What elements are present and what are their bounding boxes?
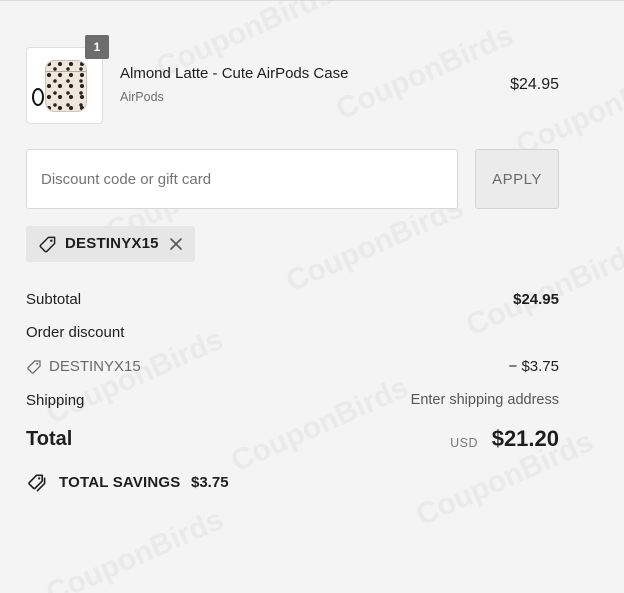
tags-icon (28, 474, 46, 492)
product-variant: AirPods (120, 90, 164, 104)
product-name: Almond Latte - Cute AirPods Case (120, 65, 349, 82)
close-icon[interactable] (168, 236, 184, 252)
case-lid-line (46, 71, 86, 72)
order-discount-label: Order discount (26, 324, 125, 341)
shipping-value: Enter shipping address (410, 392, 559, 408)
total-value: $21.20 (491, 426, 559, 451)
applied-discount-tag: DESTINYX15 (26, 226, 195, 262)
shipping-label: Shipping (26, 392, 85, 409)
top-divider (0, 0, 624, 1)
discount-code-name: DESTINYX15 (49, 358, 141, 375)
discount-code-input[interactable] (26, 149, 458, 209)
watermark: CouponBirds (331, 18, 519, 127)
discount-amount: − $3.75 (508, 358, 559, 375)
total-currency: USD (450, 436, 478, 450)
watermark: CouponBirds (226, 370, 414, 479)
total-savings-amount: $3.75 (191, 474, 229, 491)
total-label: Total (26, 428, 73, 450)
product-price: $24.95 (510, 76, 559, 93)
tag-icon (39, 236, 56, 253)
apply-button[interactable]: APPLY (475, 149, 559, 209)
quantity-badge: 1 (85, 35, 109, 59)
case-keyring (32, 88, 44, 106)
applied-discount-code: DESTINYX15 (65, 235, 159, 252)
total-savings-label: TOTAL SAVINGS (59, 474, 181, 491)
watermark: CouponBirds (511, 54, 624, 163)
tag-icon (27, 360, 41, 374)
airpods-case-image (45, 60, 87, 112)
subtotal-label: Subtotal (26, 291, 82, 308)
watermark: CouponBirds (41, 502, 229, 593)
subtotal-value: $24.95 (513, 291, 559, 308)
watermark: CouponBirds (461, 234, 624, 343)
